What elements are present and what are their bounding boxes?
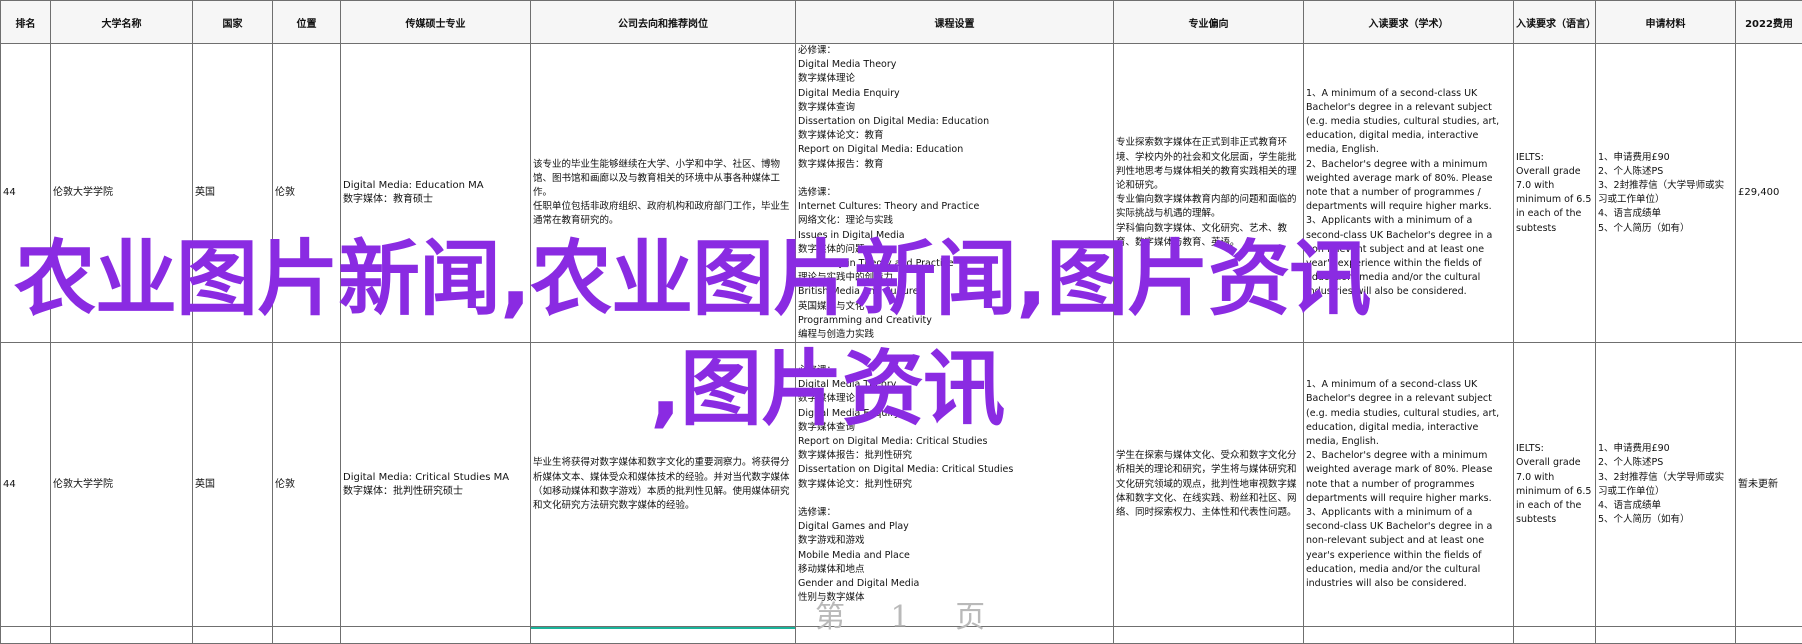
cell-focus[interactable]: 专业探索数字媒体在正式到非正式教育环境、学校内外的社会和文化层面，学生能批判性地…	[1114, 44, 1304, 343]
cell-country[interactable]: 英国	[193, 343, 273, 627]
cell-fee[interactable]: 暂未更新	[1736, 343, 1802, 627]
empty-cell[interactable]	[1, 627, 51, 644]
empty-cell[interactable]	[1736, 627, 1802, 644]
empty-cell[interactable]	[1514, 627, 1596, 644]
empty-cell[interactable]	[273, 627, 341, 644]
cell-country[interactable]: 英国	[193, 44, 273, 343]
empty-cell[interactable]	[341, 627, 531, 644]
cell-language-req[interactable]: IELTS: Overall grade 7.0 with minimum of…	[1514, 343, 1596, 627]
cell-language-req[interactable]: IELTS: Overall grade 7.0 with minimum of…	[1514, 44, 1596, 343]
selected-cell[interactable]	[531, 627, 796, 644]
header-language-req[interactable]: 入读要求（语言）	[1514, 1, 1596, 44]
cell-location[interactable]: 伦敦	[273, 343, 341, 627]
cell-career[interactable]: 毕业生将获得对数字媒体和数字文化的重要洞察力。将获得分析媒体文本、媒体受众和媒体…	[531, 343, 796, 627]
header-country[interactable]: 国家	[193, 1, 273, 44]
cell-focus[interactable]: 学生在探索与媒体文化、受众和数字文化分析相关的理论和研究，学生将与媒体研究和文化…	[1114, 343, 1304, 627]
cell-major[interactable]: Digital Media: Education MA 数字媒体：教育硕士	[341, 44, 531, 343]
page-footer-ghost-text: 第 1 页	[815, 592, 1003, 636]
cell-rank[interactable]: 44	[1, 44, 51, 343]
empty-cell[interactable]	[1596, 627, 1736, 644]
header-rank[interactable]: 排名	[1, 1, 51, 44]
empty-cell[interactable]	[1114, 627, 1304, 644]
header-university[interactable]: 大学名称	[51, 1, 193, 44]
table-row: 44 伦敦大学学院 英国 伦敦 Digital Media: Critical …	[1, 343, 1802, 627]
header-courses[interactable]: 课程设置	[796, 1, 1114, 44]
cell-materials[interactable]: 1、申请费用£90 2、个人陈述PS 3、2封推荐信（大学导师或实习或工作单位）…	[1596, 44, 1736, 343]
cell-academic-req[interactable]: 1、A minimum of a second-class UK Bachelo…	[1304, 343, 1514, 627]
cell-major[interactable]: Digital Media: Critical Studies MA 数字媒体：…	[341, 343, 531, 627]
cell-fee[interactable]: £29,400	[1736, 44, 1802, 343]
cell-rank[interactable]: 44	[1, 343, 51, 627]
program-table: 排名 大学名称 国家 位置 传媒硕士专业 公司去向和推荐岗位 课程设置 专业偏向…	[0, 0, 1802, 644]
header-focus[interactable]: 专业偏向	[1114, 1, 1304, 44]
cell-location[interactable]: 伦敦	[273, 44, 341, 343]
empty-cell[interactable]	[193, 627, 273, 644]
header-fee[interactable]: 2022费用	[1736, 1, 1802, 44]
header-major[interactable]: 传媒硕士专业	[341, 1, 531, 44]
header-materials[interactable]: 申请材料	[1596, 1, 1736, 44]
table-row: 44 伦敦大学学院 英国 伦敦 Digital Media: Education…	[1, 44, 1802, 343]
cell-university[interactable]: 伦敦大学学院	[51, 44, 193, 343]
cell-academic-req[interactable]: 1、A minimum of a second-class UK Bachelo…	[1304, 44, 1514, 343]
cell-courses[interactable]: 必修课： Digital Media Theory 数字媒体理论 Digital…	[796, 44, 1114, 343]
cell-materials[interactable]: 1、申请费用£90 2、个人陈述PS 3、2封推荐信（大学导师或实习或工作单位）…	[1596, 343, 1736, 627]
header-academic-req[interactable]: 入读要求（学术）	[1304, 1, 1514, 44]
header-location[interactable]: 位置	[273, 1, 341, 44]
empty-cell[interactable]	[51, 627, 193, 644]
cell-courses[interactable]: 必修课： Digital Media Theory 数字媒体理论 Digital…	[796, 343, 1114, 627]
empty-cell[interactable]	[1304, 627, 1514, 644]
header-row: 排名 大学名称 国家 位置 传媒硕士专业 公司去向和推荐岗位 课程设置 专业偏向…	[1, 1, 1802, 44]
cell-university[interactable]: 伦敦大学学院	[51, 343, 193, 627]
cell-career[interactable]: 该专业的毕业生能够继续在大学、小学和中学、社区、博物馆、图书馆和画廊以及与教育相…	[531, 44, 796, 343]
header-career[interactable]: 公司去向和推荐岗位	[531, 1, 796, 44]
